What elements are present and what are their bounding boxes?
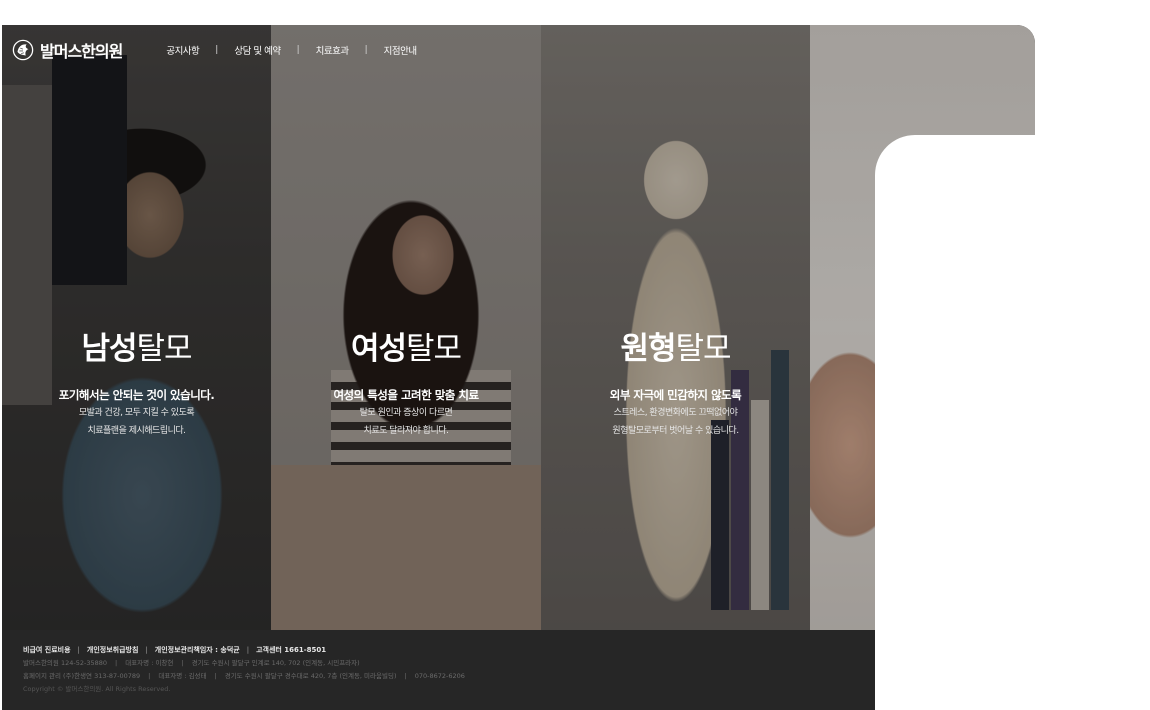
nav-treatment-results[interactable]: 치료효과 xyxy=(316,43,349,57)
panel-title: 여성탈모 xyxy=(350,331,462,367)
nav-divider: | xyxy=(215,45,219,55)
footer-webmaster-info: 홈페이지 관리 (주)한생연 313-87-00789 | 대표자명 : 김성태 |… xyxy=(23,672,465,680)
nav-notice[interactable]: 공지사항 xyxy=(166,43,199,57)
nav-branch-info[interactable]: 지점안내 xyxy=(384,43,417,57)
site-footer: 비급여 진료비용 | 개인정보취급방침 | 개인정보관리책임자 : 송덕균 | … xyxy=(2,630,877,710)
footer-link-fees[interactable]: 비급여 진료비용 xyxy=(23,644,71,657)
main-nav: 공지사항 | 상담 및 예약 | 치료효과 | 지점안내 xyxy=(166,43,417,57)
footer-customer-center: 고객센터 1661-8501 xyxy=(256,646,327,654)
lion-logo-icon xyxy=(12,39,34,61)
panel-title: 원형탈모 xyxy=(620,331,731,367)
logo[interactable]: 발머스한의원 xyxy=(12,38,123,62)
site-header: 발머스한의원 공지사항 | 상담 및 예약 | 치료효과 | 지점안내 xyxy=(2,25,1035,75)
footer-privacy-officer: 개인정보관리책임자 : 송덕균 xyxy=(154,646,240,654)
footer-company-info: 발머스한의원 124-52-35880 | 대표자명 : 이창현 | 경기도 수원시… xyxy=(23,659,360,667)
panel-female-hair-loss[interactable]: 여성탈모 여성의 특성을 고려한 맞춤 치료 탈모 원인과 증상이 다르면 치료… xyxy=(271,25,541,630)
panel-male-hair-loss[interactable]: 남성탈모 포기해서는 안되는 것이 있습니다. 모발과 건강, 모두 지킬 수 … xyxy=(2,25,271,630)
panel-description: 여성의 특성을 고려한 맞춤 치료 탈모 원인과 증상이 다르면 치료도 달라져… xyxy=(333,388,479,436)
panel-title: 남성탈모 xyxy=(81,331,192,367)
footer-links: 비급여 진료비용 | 개인정보취급방침 | 개인정보관리책임자 : 송덕균 | … xyxy=(23,644,877,657)
panel-description: 포기해서는 안되는 것이 있습니다. 모발과 건강, 모두 지킬 수 있도록 치… xyxy=(58,388,215,436)
panel-alopecia-areata[interactable]: 원형탈모 외부 자극에 민감하지 않도록 스트레스, 환경변화에도 끄떡없어야 … xyxy=(541,25,810,630)
brand-name: 발머스한의원 xyxy=(40,42,123,61)
nav-divider: | xyxy=(296,45,300,55)
footer-copyright: Copyright © 발머스한의원. All Rights Reserved. xyxy=(23,685,171,693)
nav-consult-reservation[interactable]: 상담 및 예약 xyxy=(234,43,281,57)
panel-description: 외부 자극에 민감하지 않도록 스트레스, 환경변화에도 끄떡없어야 원형탈모로… xyxy=(609,388,742,436)
footer-link-privacy[interactable]: 개인정보취급방침 xyxy=(87,644,139,657)
side-panel xyxy=(875,135,1035,710)
nav-divider: | xyxy=(364,45,368,55)
